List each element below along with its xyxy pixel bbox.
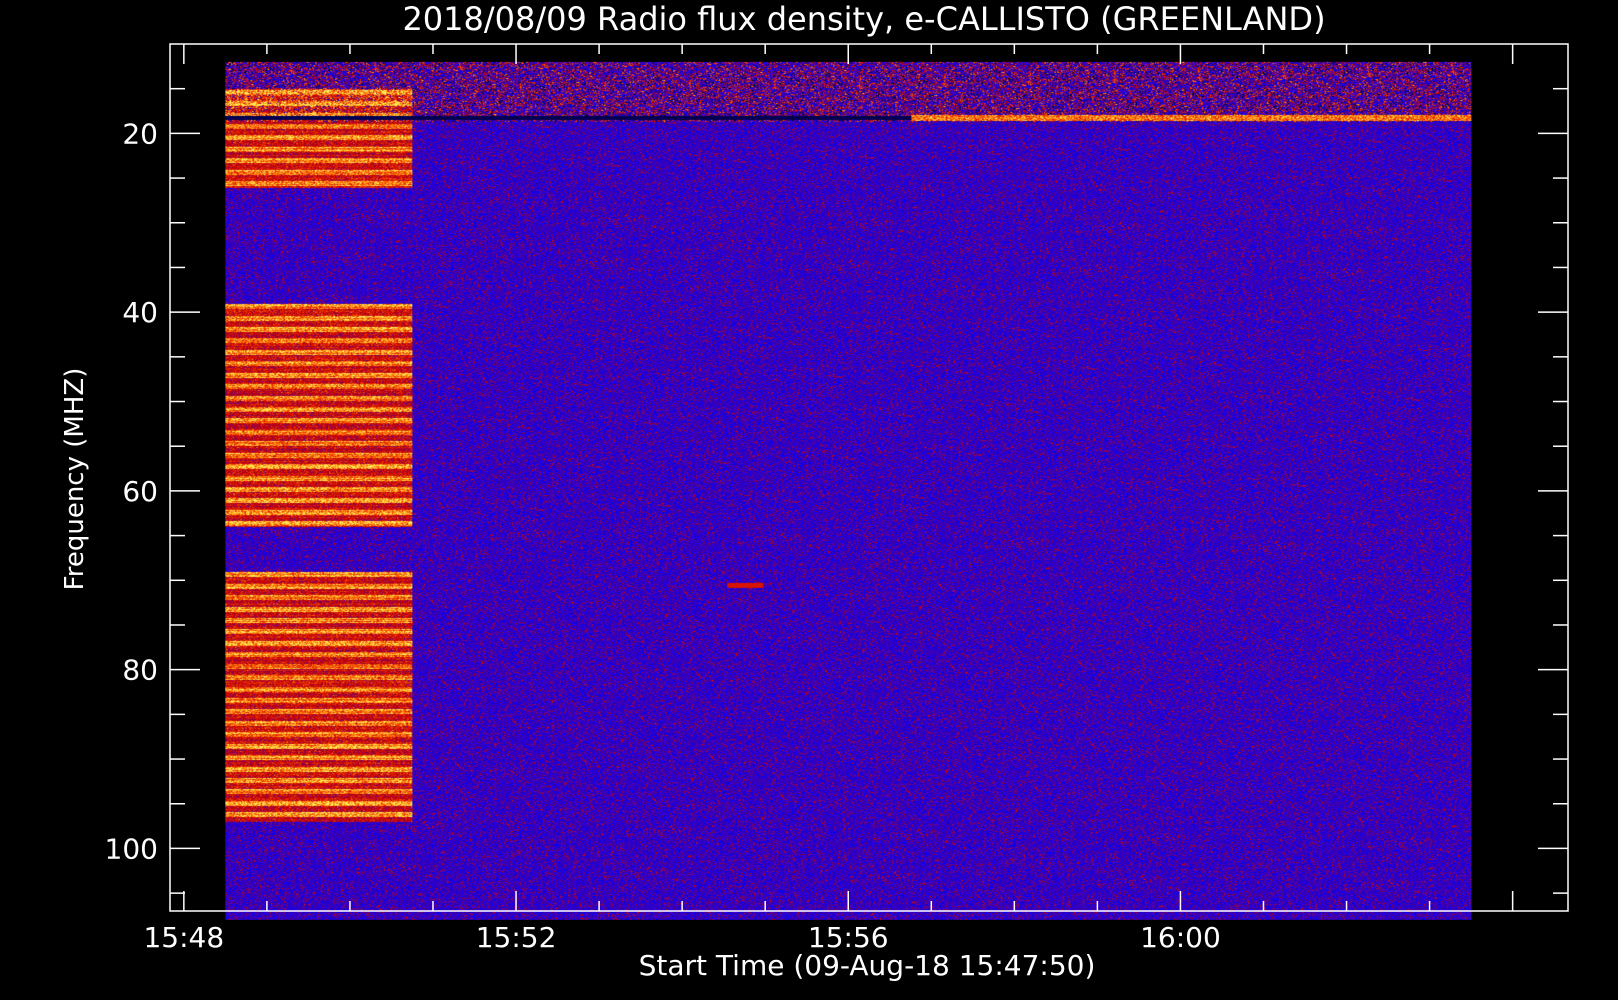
x-axis-label: Start Time (09-Aug-18 15:47:50) (639, 949, 1096, 982)
y-tick-label: 40 (122, 296, 158, 329)
chart-title: 2018/08/09 Radio flux density, e-CALLIST… (402, 0, 1325, 38)
x-tick-label: 15:52 (476, 921, 557, 954)
y-tick-label: 20 (122, 117, 158, 150)
spectrogram-raster (225, 61, 1472, 920)
x-tick-label: 16:00 (1140, 921, 1221, 954)
y-tick-label: 100 (105, 832, 158, 865)
y-tick-label: 60 (122, 475, 158, 508)
plot-area (225, 61, 1472, 920)
y-axis-label: Frequency (MHZ) (60, 368, 90, 591)
x-tick-label: 15:48 (143, 921, 224, 954)
y-tick-label: 80 (122, 654, 158, 687)
spectrogram-chart: 2018/08/09 Radio flux density, e-CALLIST… (0, 0, 1618, 1000)
